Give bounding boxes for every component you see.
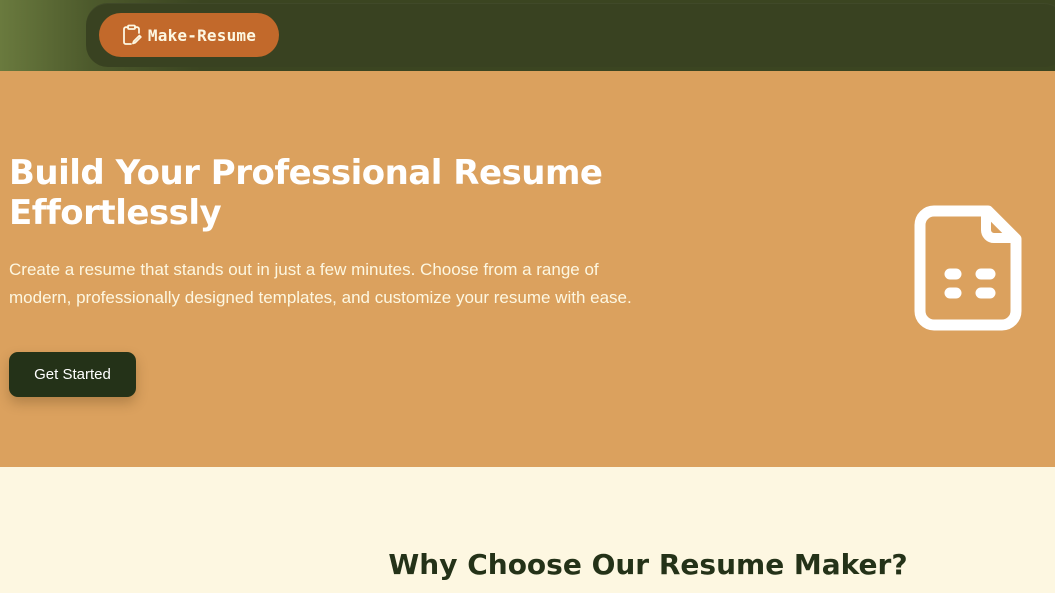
top-navbar: Make-Resume — [0, 0, 1055, 71]
get-started-button[interactable]: Get Started — [9, 352, 136, 397]
features-section: Why Choose Our Resume Maker? — [0, 467, 1055, 593]
hero-title: Build Your Professional Resume Effortles… — [9, 153, 603, 233]
brand-logo-button[interactable]: Make-Resume — [99, 13, 279, 57]
brand-label: Make-Resume — [147, 25, 257, 45]
hero-section: Build Your Professional Resume Effortles… — [0, 71, 1055, 467]
document-icon — [914, 204, 1024, 334]
clipboard-edit-icon — [122, 24, 142, 46]
features-title: Why Choose Our Resume Maker? — [388, 548, 908, 581]
hero-description: Create a resume that stands out in just … — [9, 260, 632, 307]
